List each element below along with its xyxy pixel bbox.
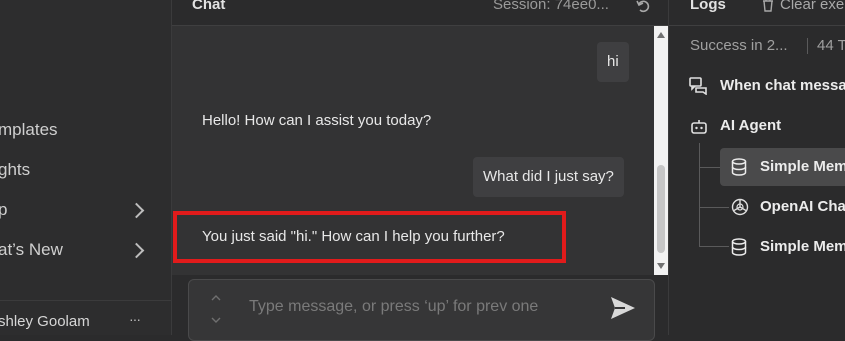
sidebar-item-whats-new[interactable]: at’s New (0, 237, 63, 263)
logs-header-divider (669, 25, 845, 26)
user-name[interactable]: shley Goolam (0, 313, 90, 330)
highlight-box (173, 211, 566, 263)
robot-icon (691, 120, 707, 134)
chat-title: Chat (192, 0, 226, 13)
chat-header: Chat Session: 74ee0... (172, 0, 668, 26)
sidebar: mplates ghts p at’s New shley Goolam ··· (0, 0, 172, 335)
chevron-right-icon (128, 242, 145, 259)
sidebar-divider (0, 300, 171, 301)
tree-connector (699, 143, 700, 247)
logs-panel: Logs Clear exe Success in 2... 44 T When… (669, 0, 845, 335)
tree-connector (699, 167, 720, 168)
message-input[interactable]: Type message, or press ‘up’ for prev one (249, 298, 538, 316)
sidebar-item-help[interactable]: p (0, 197, 7, 223)
message-user: What did I just say? (473, 157, 624, 197)
history-arrows-icon[interactable] (211, 292, 221, 328)
token-count: 44 T (817, 37, 845, 54)
reset-session-icon[interactable] (635, 0, 651, 14)
session-id: Session: 74ee0... (493, 0, 609, 13)
run-status: Success in 2... (690, 37, 788, 54)
status-divider (807, 38, 808, 54)
tree-connector (699, 246, 729, 247)
trash-icon[interactable] (761, 0, 775, 12)
database-icon (731, 158, 747, 176)
message-input-box[interactable]: Type message, or press ‘up’ for prev one (188, 279, 655, 341)
chat-bubbles-icon (689, 77, 707, 95)
clear-execution-button[interactable]: Clear exe (780, 0, 844, 13)
message-assistant: Hello! How can I assist you today? (202, 112, 432, 129)
tree-connector (699, 207, 729, 208)
sidebar-item-insights[interactable]: ghts (0, 157, 30, 183)
sidebar-item-templates[interactable]: mplates (0, 117, 58, 143)
database-icon (731, 238, 747, 256)
chevron-right-icon (128, 202, 145, 219)
openai-icon (731, 198, 749, 216)
user-menu-button[interactable]: ··· (129, 311, 141, 327)
send-icon[interactable] (609, 295, 637, 321)
scrollbar-thumb[interactable] (657, 165, 665, 253)
scroll-up-arrow-icon[interactable] (657, 32, 665, 38)
logs-title: Logs (690, 0, 726, 13)
scroll-down-arrow-icon[interactable] (657, 263, 665, 269)
message-user: hi (597, 42, 629, 82)
chat-panel: Chat Session: 74ee0... hi Hello! How can… (172, 0, 669, 341)
